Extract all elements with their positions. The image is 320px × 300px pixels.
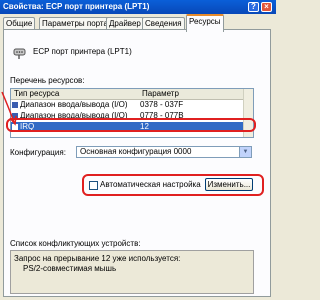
header-setting[interactable]: Параметр bbox=[142, 89, 179, 99]
list-item[interactable]: Диапазон ввода/вывода (I/O) 0378 - 037F bbox=[11, 100, 253, 110]
config-select[interactable]: Основная конфигурация 0000 ▼ bbox=[76, 146, 252, 158]
device-name: ECP порт принтера (LPT1) bbox=[33, 47, 132, 56]
irq-highlight bbox=[6, 118, 256, 132]
port-icon bbox=[13, 48, 26, 59]
list-header: Тип ресурса Параметр bbox=[11, 89, 253, 100]
header-resource-type[interactable]: Тип ресурса bbox=[14, 89, 59, 99]
tab-resources[interactable]: Ресурсы bbox=[186, 14, 224, 32]
settings-highlight bbox=[82, 174, 264, 196]
chevron-down-icon[interactable]: ▼ bbox=[239, 147, 251, 157]
resources-label: Перечень ресурсов: bbox=[10, 76, 85, 85]
conflicts-label: Список конфликтующих устройств: bbox=[10, 239, 141, 248]
config-label: Конфигурация: bbox=[10, 148, 66, 157]
conflicts-textarea[interactable]: Запрос на прерывание 12 уже используется… bbox=[10, 250, 254, 294]
window-title: Свойства: ECP порт принтера (LPT1) bbox=[3, 2, 150, 11]
tab-strip: Общие Параметры порта Драйвер Сведения Р… bbox=[3, 14, 273, 32]
title-bar: Свойства: ECP порт принтера (LPT1) ? × bbox=[0, 0, 276, 14]
close-button[interactable]: × bbox=[261, 2, 272, 12]
help-button[interactable]: ? bbox=[248, 2, 259, 12]
